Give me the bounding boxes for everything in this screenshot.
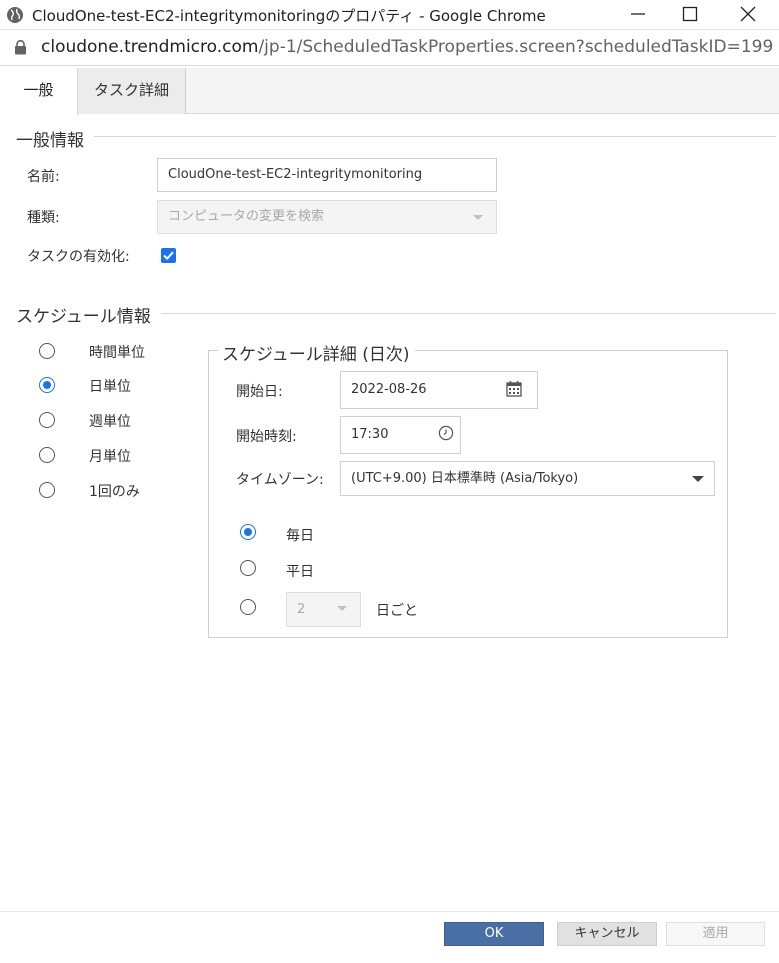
radio-every-day[interactable] xyxy=(240,524,256,540)
maximize-icon xyxy=(682,6,698,22)
start-time-value: 17:30 xyxy=(351,427,389,442)
interval-days-value: 2 xyxy=(297,602,306,617)
dialog-footer xyxy=(0,911,779,963)
interval-days-select: 2 xyxy=(286,592,361,627)
schedule-info-heading: スケジュール情報 xyxy=(16,302,161,327)
radio-hourly-label: 時間単位 xyxy=(89,345,145,361)
type-select: コンピュータの変更を検索 xyxy=(157,200,497,234)
radio-hourly[interactable] xyxy=(39,343,55,359)
general-info-heading: 一般情報 xyxy=(16,126,94,151)
start-date-label: 開始日: xyxy=(236,384,283,400)
timezone-value: (UTC+9.00) 日本標準時 (Asia/Tokyo) xyxy=(351,471,579,486)
timezone-select[interactable]: (UTC+9.00) 日本標準時 (Asia/Tokyo) xyxy=(340,461,715,496)
tab-task-detail[interactable]: タスク詳細 xyxy=(78,68,186,114)
radio-weekly[interactable] xyxy=(39,412,55,428)
enable-task-checkbox[interactable] xyxy=(161,248,176,263)
minimize-icon xyxy=(631,13,645,15)
apply-button: 適用 xyxy=(666,922,765,946)
maximize-button[interactable] xyxy=(664,0,716,28)
radio-once[interactable] xyxy=(39,482,55,498)
globe-icon xyxy=(7,7,23,23)
radio-monthly[interactable] xyxy=(39,447,55,463)
schedule-detail-heading: スケジュール詳細 (日次) xyxy=(218,340,416,365)
cancel-button[interactable]: キャンセル xyxy=(557,922,657,946)
timezone-label: タイムゾーン: xyxy=(236,472,324,488)
radio-every-day-label: 毎日 xyxy=(286,528,314,544)
minimize-button[interactable] xyxy=(612,0,664,28)
chevron-down-icon xyxy=(692,476,704,482)
address-bar[interactable]: cloudone.trendmicro.com/jp-1/ScheduledTa… xyxy=(0,30,779,66)
type-select-value: コンピュータの変更を検索 xyxy=(168,209,325,224)
radio-every-n-days[interactable] xyxy=(240,599,256,615)
chevron-down-icon xyxy=(337,606,347,611)
radio-weekdays-label: 平日 xyxy=(286,564,314,580)
radio-weekly-label: 週単位 xyxy=(89,414,131,430)
radio-monthly-label: 月単位 xyxy=(89,449,131,465)
name-label: 名前: xyxy=(27,169,60,185)
clock-icon[interactable] xyxy=(438,425,454,441)
start-date-value: 2022-08-26 xyxy=(351,382,427,397)
close-icon xyxy=(740,6,756,22)
window-title-bar: CloudOne-test-EC2-integritymonitoringのプロ… xyxy=(0,0,779,30)
enable-task-label: タスクの有効化: xyxy=(27,249,130,265)
section-divider xyxy=(16,136,776,137)
tab-general[interactable]: 一般 xyxy=(0,68,78,115)
page-url: cloudone.trendmicro.com/jp-1/ScheduledTa… xyxy=(41,37,773,57)
radio-daily-label: 日単位 xyxy=(89,379,131,395)
start-time-label: 開始時刻: xyxy=(236,429,297,445)
check-icon xyxy=(163,251,174,261)
url-host: cloudone.trendmicro.com xyxy=(41,37,259,57)
radio-once-label: 1回のみ xyxy=(89,484,140,500)
tab-bar: 一般 タスク詳細 xyxy=(0,68,779,115)
ok-button[interactable]: OK xyxy=(444,922,544,946)
calendar-icon[interactable] xyxy=(506,380,522,397)
every-n-days-label: 日ごと xyxy=(376,603,418,619)
close-button[interactable] xyxy=(722,0,774,28)
chevron-down-icon xyxy=(473,215,483,220)
type-label: 種類: xyxy=(27,210,60,226)
radio-weekdays[interactable] xyxy=(240,560,256,576)
name-input[interactable]: CloudOne-test-EC2-integritymonitoring xyxy=(157,158,497,192)
window-title: CloudOne-test-EC2-integritymonitoringのプロ… xyxy=(32,7,546,25)
radio-daily[interactable] xyxy=(39,377,55,393)
url-path: /jp-1/ScheduledTaskProperties.screen?sch… xyxy=(258,37,774,57)
lock-icon xyxy=(15,40,26,55)
